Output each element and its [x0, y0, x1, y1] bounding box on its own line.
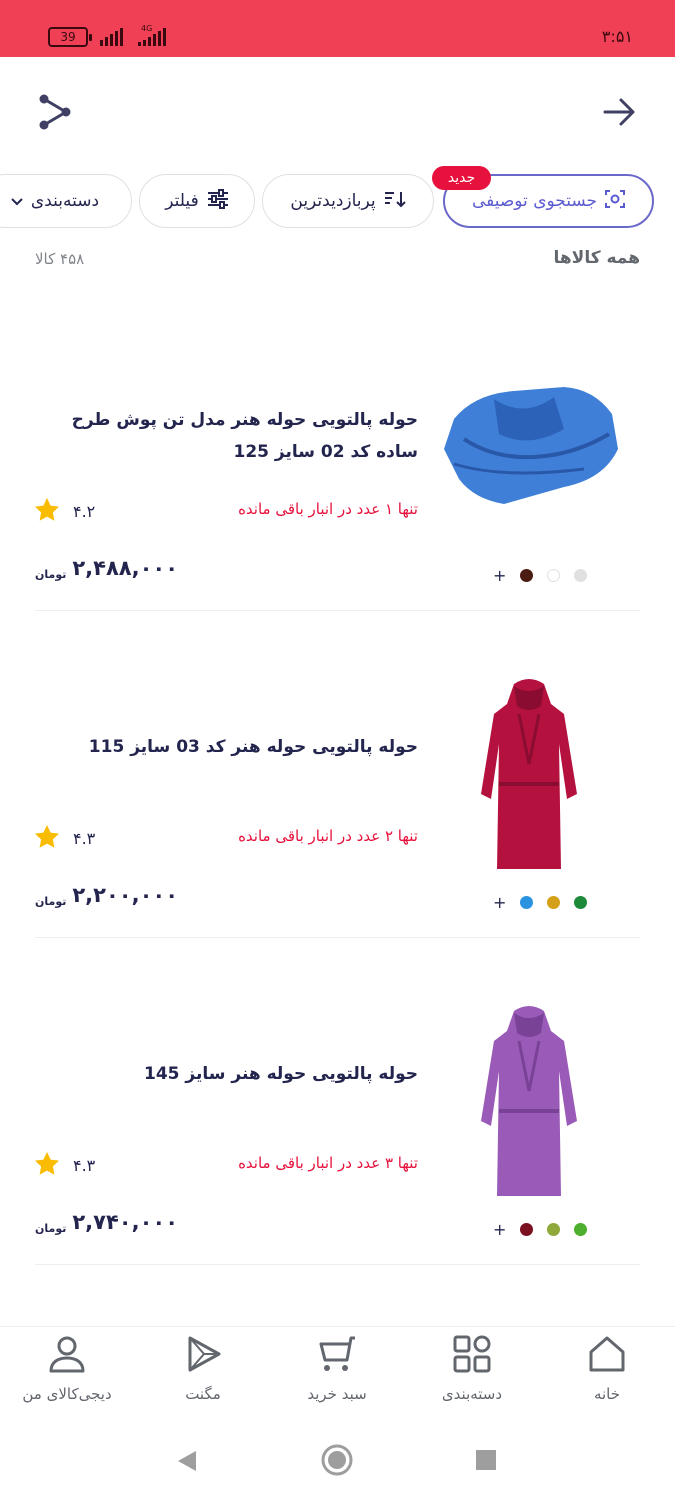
filter-chips: جستجوی توصیفی پربازدیدترین فیلتر دسته‌بن… [0, 174, 675, 230]
system-recents-icon[interactable] [476, 1450, 496, 1474]
clock: ۳:۵۱ [601, 27, 633, 46]
product-title[interactable]: حوله پالتویی حوله هنر مدل تن پوش طرح ساد… [38, 404, 418, 468]
product-card[interactable]: حوله پالتویی حوله هنر سایز 145 تنها ۳ عد… [35, 938, 640, 1265]
category-chip[interactable]: دسته‌بندی [0, 174, 132, 228]
product-image[interactable] [418, 998, 640, 1208]
top-toolbar [0, 57, 675, 167]
product-title[interactable]: حوله پالتویی حوله هنر کد 03 سایز 115 [38, 731, 418, 763]
color-swatches: + [493, 1220, 587, 1239]
section-title: همه کالاها [553, 248, 640, 268]
cart-icon [317, 1335, 357, 1377]
user-icon [48, 1335, 86, 1377]
system-home-icon[interactable] [321, 1444, 353, 1480]
nav-cart[interactable]: سبد خرید [277, 1335, 397, 1415]
sort-icon [384, 190, 406, 213]
rating-value: ۴.۳ [73, 1156, 96, 1175]
signal-icon-secondary [138, 28, 166, 46]
rating-value: ۴.۲ [73, 502, 96, 521]
rating-value: ۴.۳ [73, 829, 96, 848]
home-icon [587, 1335, 627, 1377]
star-icon [35, 498, 59, 525]
color-swatch [574, 896, 587, 909]
color-swatches: + [493, 566, 587, 585]
color-swatch [574, 569, 587, 582]
system-navigation-bar [0, 1420, 675, 1500]
sort-chip[interactable]: پربازدیدترین [262, 174, 434, 228]
filter-label: فیلتر [165, 191, 199, 211]
categories-icon [453, 1335, 491, 1377]
nav-profile-label: دیجی‌کالای من [22, 1385, 112, 1403]
nav-magnet-label: مگنت [185, 1385, 221, 1403]
price-value: ۲,۷۴۰,۰۰۰ [72, 1210, 179, 1234]
nav-magnet[interactable]: مگنت [143, 1335, 263, 1415]
currency-label: تومان [35, 895, 67, 908]
nav-cart-label: سبد خرید [307, 1385, 367, 1403]
color-swatch [547, 1223, 560, 1236]
filter-sliders-icon [207, 188, 229, 214]
system-back-icon[interactable] [176, 1449, 198, 1477]
price-value: ۲,۴۸۸,۰۰۰ [72, 556, 179, 580]
chevron-down-icon [11, 191, 23, 211]
filter-chip[interactable]: فیلتر [139, 174, 255, 228]
play-icon [184, 1335, 222, 1377]
stock-warning: تنها ۲ عدد در انبار باقی مانده [238, 827, 418, 845]
product-count: ۴۵۸ کالا [35, 250, 85, 268]
more-colors-icon: + [493, 1220, 507, 1239]
color-swatch [547, 569, 560, 582]
color-swatch [574, 1223, 587, 1236]
color-swatch [520, 569, 533, 582]
nav-home[interactable]: خانه [547, 1335, 667, 1415]
category-label: دسته‌بندی [30, 191, 100, 211]
currency-label: تومان [35, 568, 67, 581]
nav-categories-label: دسته‌بندی [441, 1385, 503, 1403]
product-rating: ۴.۳ [35, 1152, 95, 1179]
bottom-navigation: خانه دسته‌بندی سبد خرید مگ [0, 1326, 675, 1420]
more-colors-icon: + [493, 893, 507, 912]
product-price: تومان ۲,۴۸۸,۰۰۰ [35, 556, 178, 580]
product-rating: ۴.۲ [35, 498, 95, 525]
product-image[interactable] [418, 671, 640, 881]
currency-label: تومان [35, 1222, 67, 1235]
color-swatch [520, 1223, 533, 1236]
product-price: تومان ۲,۷۴۰,۰۰۰ [35, 1210, 178, 1234]
stock-warning: تنها ۱ عدد در انبار باقی مانده [238, 500, 418, 518]
share-icon[interactable] [33, 90, 77, 134]
nav-profile[interactable]: دیجی‌کالای من [7, 1335, 127, 1415]
new-badge: جدید [432, 166, 491, 190]
color-swatch [520, 896, 533, 909]
nav-categories[interactable]: دسته‌بندی [412, 1335, 532, 1415]
nav-home-label: خانه [593, 1385, 621, 1403]
product-price: تومان ۲,۲۰۰,۰۰۰ [35, 883, 178, 907]
visual-search-label: جستجوی توصیفی [471, 191, 598, 211]
battery-indicator: 39 [48, 27, 92, 47]
arrow-right-icon[interactable] [598, 90, 642, 134]
signal-icon [100, 28, 123, 46]
more-colors-icon: + [493, 566, 507, 585]
product-title[interactable]: حوله پالتویی حوله هنر سایز 145 [38, 1058, 418, 1090]
scan-icon [605, 189, 626, 214]
color-swatch [547, 896, 560, 909]
star-icon [35, 1152, 59, 1179]
product-rating: ۴.۳ [35, 825, 95, 852]
stock-warning: تنها ۳ عدد در انبار باقی مانده [238, 1154, 418, 1172]
sort-label: پربازدیدترین [290, 191, 376, 211]
star-icon [35, 825, 59, 852]
product-card[interactable]: حوله پالتویی حوله هنر کد 03 سایز 115 تنه… [35, 611, 640, 938]
product-card[interactable]: حوله پالتویی حوله هنر مدل تن پوش طرح ساد… [35, 284, 640, 611]
status-bar: 39 4G ۳:۵۱ [0, 0, 675, 57]
color-swatches: + [493, 893, 587, 912]
product-image[interactable] [418, 374, 640, 514]
price-value: ۲,۲۰۰,۰۰۰ [72, 883, 179, 907]
